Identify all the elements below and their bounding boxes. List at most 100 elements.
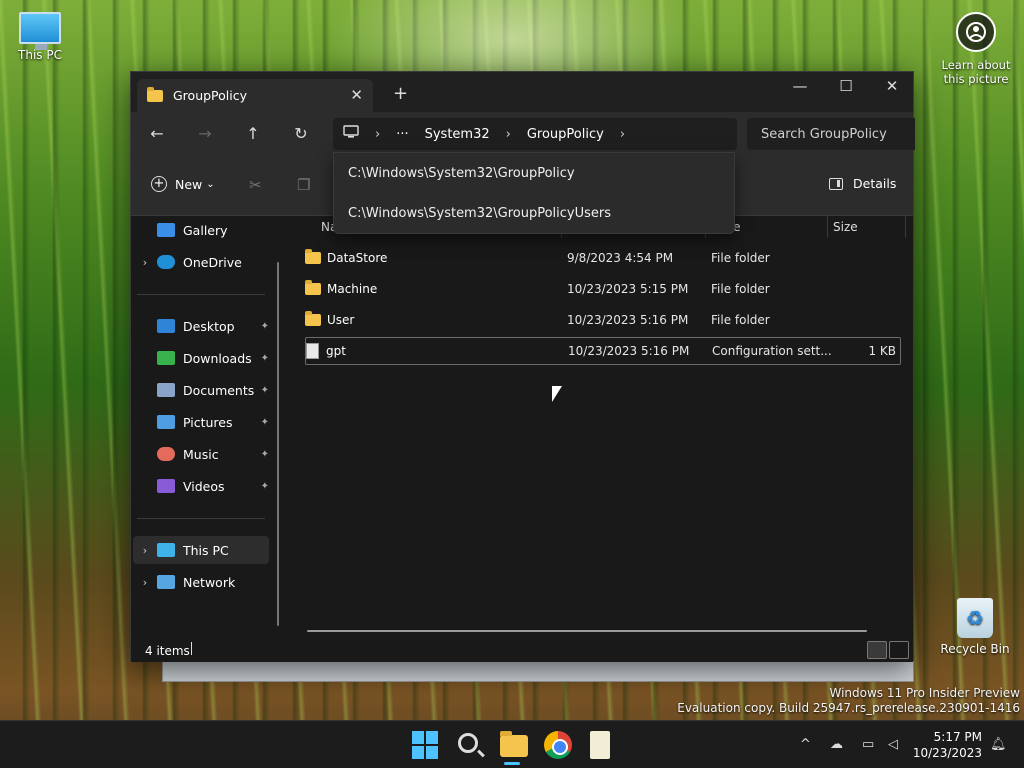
suggestion-item[interactable]: C:\Windows\System32\GroupPolicyUsers (348, 206, 611, 221)
breadcrumb-grouppolicy[interactable]: GroupPolicy (527, 127, 604, 142)
table-row[interactable]: Machine 10/23/2023 5:15 PM File folder (305, 275, 901, 303)
tab-close-button[interactable]: ✕ (350, 86, 363, 104)
sidebar-item-onedrive[interactable]: › OneDrive (133, 248, 269, 276)
computer-icon (343, 125, 359, 143)
maximize-button[interactable]: ☐ (823, 72, 869, 102)
pin-icon: ✦ (260, 480, 269, 492)
new-tab-button[interactable]: + (393, 83, 408, 104)
forward-button[interactable]: → (191, 122, 219, 146)
details-view-button[interactable] (867, 641, 887, 659)
sidebar-item-gallery[interactable]: Gallery (133, 216, 269, 244)
file-size: 1 KB (868, 344, 896, 358)
notification-bell-icon[interactable]: 🔔︎ (990, 737, 1007, 752)
file-date: 10/23/2023 5:16 PM (567, 313, 689, 327)
cut-icon[interactable]: ✂ (249, 176, 262, 194)
watermark-line: Windows 11 Pro Insider Preview (829, 686, 1020, 700)
sidebar-item-downloads[interactable]: Downloads ✦ (133, 344, 269, 372)
recycle-bin-icon: ♻ (957, 598, 993, 638)
learn-about-picture-button[interactable]: Learn about this picture (938, 12, 1014, 86)
new-button[interactable]: + New ⌄ (151, 176, 215, 192)
taskbar: ^ ☁ ▭ ◁ 5:17 PM 10/23/2023 🔔︎ (0, 720, 1024, 768)
back-button[interactable]: ← (143, 122, 171, 146)
chevron-right-icon[interactable]: › (133, 576, 157, 589)
desktop-icon-this-pc[interactable]: This PC (0, 12, 80, 62)
tab-grouppolicy[interactable]: GroupPolicy ✕ (137, 79, 373, 112)
address-suggestions: C:\Windows\System32\GroupPolicy C:\Windo… (333, 152, 735, 234)
copy-icon[interactable]: ❐ (297, 176, 310, 194)
sidebar-item-desktop[interactable]: Desktop ✦ (133, 312, 269, 340)
folder-icon (305, 249, 321, 264)
refresh-button[interactable]: ↻ (287, 122, 315, 146)
sidebar-item-label: Network (183, 574, 236, 590)
large-icons-view-button[interactable] (889, 641, 909, 659)
volume-icon[interactable]: ◁ (888, 737, 898, 752)
navigation-bar: ← → ↑ ↻ › ··· System32 › GroupPolicy › S… (131, 112, 915, 156)
desktop-icon-recycle-bin[interactable]: ♻ Recycle Bin (935, 598, 1015, 656)
onedrive-icon[interactable]: ☁ (830, 737, 843, 752)
desktop-icon-label: Recycle Bin (940, 642, 1010, 656)
breadcrumb-system32[interactable]: System32 (425, 127, 490, 142)
active-app-indicator (504, 762, 520, 765)
sidebar-item-documents[interactable]: Documents ✦ (133, 376, 269, 404)
search-icon[interactable] (458, 733, 478, 753)
column-divider[interactable] (905, 216, 906, 238)
details-button[interactable]: Details (829, 176, 896, 191)
sidebar-scrollbar[interactable] (277, 262, 279, 626)
file-type: File folder (711, 282, 770, 296)
pin-icon: ✦ (260, 416, 269, 428)
sidebar-item-label: Desktop (183, 318, 235, 334)
computer-icon (157, 543, 175, 557)
up-button[interactable]: ↑ (239, 122, 267, 146)
sidebar-item-this-pc[interactable]: › This PC (133, 536, 269, 564)
pin-icon: ✦ (260, 320, 269, 332)
file-list: Name Date modified Type Size DataStore 9… (289, 216, 915, 638)
suggestion-item[interactable]: C:\Windows\System32\GroupPolicy (348, 166, 575, 181)
pin-icon: ✦ (260, 384, 269, 396)
new-label: New (175, 176, 203, 192)
clock[interactable]: 5:17 PM 10/23/2023 (913, 729, 982, 761)
sidebar-item-network[interactable]: › Network (133, 568, 269, 596)
desktop-icon-label: This PC (18, 48, 62, 62)
network-icon[interactable]: ▭ (862, 737, 874, 752)
sidebar-item-label: Downloads (183, 350, 252, 366)
address-bar[interactable]: › ··· System32 › GroupPolicy › (333, 118, 737, 150)
camera-icon (956, 12, 996, 52)
file-type: Configuration sett... (712, 344, 832, 358)
column-header-size[interactable]: Size (833, 216, 858, 238)
table-row[interactable]: DataStore 9/8/2023 4:54 PM File folder (305, 244, 901, 272)
divider (137, 294, 265, 295)
download-icon (157, 351, 175, 365)
sidebar-item-label: Videos (183, 478, 225, 494)
search-input[interactable]: Search GroupPolicy (747, 118, 915, 150)
plus-icon: + (151, 176, 167, 192)
file-explorer-icon[interactable] (500, 731, 528, 757)
file-name: gpt (326, 344, 346, 358)
sidebar-item-label: OneDrive (183, 254, 242, 270)
sidebar-item-music[interactable]: Music ✦ (133, 440, 269, 468)
pin-icon: ✦ (260, 448, 269, 460)
minimize-button[interactable]: — (777, 72, 823, 102)
chevron-right-icon[interactable]: › (133, 256, 157, 269)
sidebar-item-pictures[interactable]: Pictures ✦ (133, 408, 269, 436)
start-button[interactable] (412, 731, 440, 759)
chrome-icon[interactable] (544, 731, 572, 759)
file-type: File folder (711, 313, 770, 327)
sidebar-item-videos[interactable]: Videos ✦ (133, 472, 269, 500)
horizontal-scrollbar[interactable] (307, 630, 867, 632)
clock-date: 10/23/2023 (912, 746, 982, 760)
table-row[interactable]: User 10/23/2023 5:16 PM File folder (305, 306, 901, 334)
breadcrumb-more[interactable]: ··· (396, 127, 408, 142)
folder-icon (305, 280, 321, 295)
column-divider[interactable] (827, 216, 828, 238)
file-type: File folder (711, 251, 770, 265)
item-count: 4 items (145, 644, 190, 658)
file-name: User (327, 313, 355, 327)
notepad-icon[interactable] (590, 731, 610, 759)
folder-icon (147, 86, 163, 102)
sidebar-item-label: This PC (183, 542, 229, 558)
close-button[interactable]: ✕ (869, 72, 915, 102)
show-hidden-icons-button[interactable]: ^ (800, 737, 811, 752)
table-row[interactable]: gpt 10/23/2023 5:16 PM Configuration set… (305, 337, 901, 365)
chevron-right-icon[interactable]: › (133, 544, 157, 557)
cloud-icon (157, 255, 175, 269)
